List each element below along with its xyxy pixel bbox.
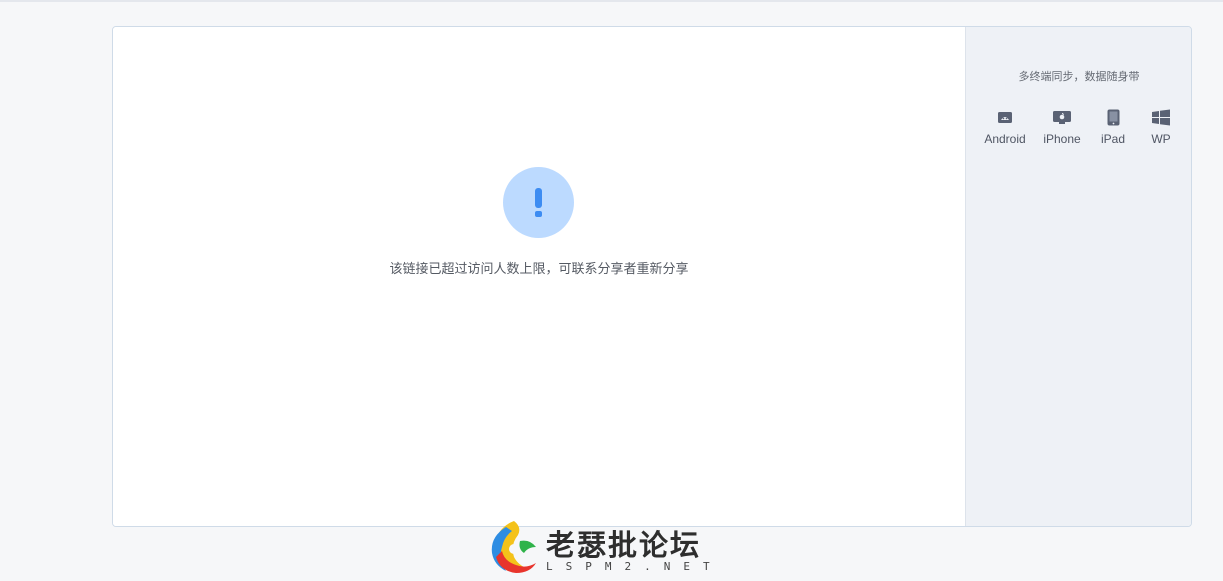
forum-logo-icon xyxy=(491,521,536,573)
iphone-icon xyxy=(1053,111,1071,124)
download-sidebar: 多终端同步，数据随身带 Android iPhone iPad WP xyxy=(965,27,1191,526)
platform-label: WP xyxy=(1151,132,1171,146)
watermark-subtitle: LSPM2.NET xyxy=(546,560,723,573)
platform-label: iPhone xyxy=(1043,132,1081,146)
platform-wp[interactable]: WP xyxy=(1146,109,1176,146)
share-card: 该链接已超过访问人数上限，可联系分享者重新分享 多终端同步，数据随身带 Andr… xyxy=(112,26,1192,527)
platform-iphone[interactable]: iPhone xyxy=(1042,109,1082,146)
top-border xyxy=(0,0,1223,2)
main-panel: 该链接已超过访问人数上限，可联系分享者重新分享 xyxy=(113,27,965,526)
ipad-icon xyxy=(1107,109,1119,126)
windows-icon xyxy=(1152,109,1170,126)
exclamation-icon xyxy=(503,167,574,238)
platform-label: Android xyxy=(984,132,1026,146)
watermark-title: 老瑟批论坛 xyxy=(546,528,702,562)
forum-watermark: 老瑟批论坛 LSPM2.NET xyxy=(484,517,744,577)
platform-ipad[interactable]: iPad xyxy=(1098,109,1128,146)
sidebar-title: 多终端同步，数据随身带 xyxy=(1018,70,1140,83)
platform-android[interactable]: Android xyxy=(984,109,1026,146)
error-message: 该链接已超过访问人数上限，可联系分享者重新分享 xyxy=(389,262,689,277)
platform-label: iPad xyxy=(1100,132,1126,146)
android-icon xyxy=(998,112,1012,123)
